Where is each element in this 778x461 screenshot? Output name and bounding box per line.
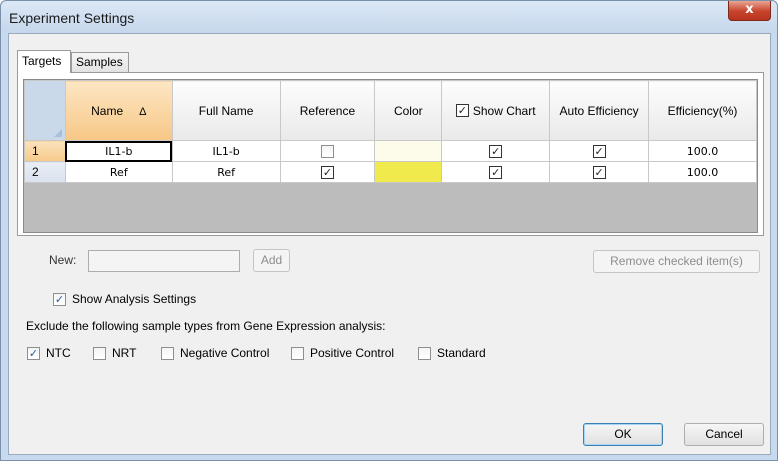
auto-efficiency-checkbox[interactable]: ✓ — [592, 144, 606, 158]
ok-button[interactable]: OK — [583, 423, 663, 446]
grid-corner[interactable] — [24, 80, 66, 141]
experiment-settings-window: Experiment Settings x Targets Samples Na… — [0, 0, 778, 461]
targets-panel: Name Δ Full Name Reference Color ✓ Show C… — [17, 72, 764, 236]
column-header-auto-efficiency[interactable]: Auto Efficiency — [549, 80, 650, 141]
close-icon: x — [745, 2, 754, 17]
exclude-negative-control-option[interactable]: Negative Control — [161, 346, 269, 360]
cell-color[interactable] — [374, 161, 443, 183]
show-chart-checkbox[interactable]: ✓ — [489, 165, 503, 179]
show-analysis-settings-option[interactable]: ✓ Show Analysis Settings — [53, 292, 196, 306]
column-header-name[interactable]: Name Δ — [64, 80, 173, 141]
cell-reference[interactable]: ✓ — [279, 161, 376, 183]
column-header-efficiency[interactable]: Efficiency(%) — [648, 80, 757, 141]
reference-checkbox[interactable]: ✓ — [320, 165, 334, 179]
exclude-heading: Exclude the following sample types from … — [26, 319, 386, 333]
color-swatch[interactable] — [375, 162, 441, 182]
row-number[interactable]: 2 — [24, 161, 66, 183]
window-title: Experiment Settings — [9, 10, 135, 26]
cell-color[interactable] — [374, 140, 443, 162]
cell-reference[interactable] — [279, 140, 376, 162]
close-button[interactable]: x — [728, 1, 771, 21]
reference-checkbox[interactable] — [320, 144, 334, 158]
auto-efficiency-checkbox[interactable]: ✓ — [592, 165, 606, 179]
cell-show-chart[interactable]: ✓ — [441, 140, 551, 162]
cell-name[interactable]: IL1-b — [64, 140, 173, 162]
remove-checked-items-button[interactable]: Remove checked item(s) — [593, 250, 760, 273]
column-header-color[interactable]: Color — [374, 80, 443, 141]
show-chart-checkbox[interactable]: ✓ — [489, 144, 503, 158]
add-button[interactable]: Add — [253, 249, 290, 272]
cell-auto-efficiency[interactable]: ✓ — [549, 140, 650, 162]
table-row[interactable]: 2 Ref Ref ✓ ✓ ✓ 100.0 — [24, 161, 757, 183]
positive-control-checkbox[interactable] — [291, 346, 304, 360]
row-number[interactable]: 1 — [24, 140, 66, 162]
show-analysis-settings-label: Show Analysis Settings — [72, 292, 197, 306]
exclude-nrt-option[interactable]: NRT — [93, 346, 136, 360]
cell-show-chart[interactable]: ✓ — [441, 161, 551, 183]
show-analysis-settings-checkbox[interactable]: ✓ — [53, 292, 66, 306]
title-bar[interactable]: Experiment Settings x — [1, 1, 777, 33]
new-target-input[interactable] — [88, 250, 240, 272]
exclude-positive-control-option[interactable]: Positive Control — [291, 346, 394, 360]
column-header-show-chart[interactable]: ✓ Show Chart — [441, 80, 551, 141]
tab-targets[interactable]: Targets — [17, 50, 71, 73]
cell-name[interactable]: Ref — [64, 161, 173, 183]
cell-auto-efficiency[interactable]: ✓ — [549, 161, 650, 183]
cancel-button[interactable]: Cancel — [684, 423, 764, 446]
nrt-checkbox[interactable] — [93, 346, 106, 360]
sort-ascending-icon: Δ — [139, 105, 147, 118]
standard-checkbox[interactable] — [418, 346, 431, 360]
cell-efficiency[interactable]: 100.0 — [648, 161, 757, 183]
targets-grid: Name Δ Full Name Reference Color ✓ Show C… — [23, 79, 758, 233]
tab-samples[interactable]: Samples — [71, 52, 129, 72]
table-row[interactable]: 1 IL1-b IL1-b ✓ ✓ 100.0 — [24, 140, 757, 162]
exclude-standard-option[interactable]: Standard — [418, 346, 486, 360]
column-header-reference[interactable]: Reference — [279, 80, 376, 141]
cell-full-name[interactable]: IL1-b — [171, 140, 281, 162]
new-label: New: — [49, 253, 77, 267]
show-chart-all-checkbox[interactable]: ✓ — [455, 104, 469, 118]
exclude-ntc-option[interactable]: ✓ NTC — [27, 346, 71, 360]
cell-efficiency[interactable]: 100.0 — [648, 140, 757, 162]
dialog-client-area: Targets Samples Name Δ Full Name Referen… — [8, 33, 771, 455]
ntc-checkbox[interactable]: ✓ — [27, 346, 40, 360]
negative-control-checkbox[interactable] — [161, 346, 174, 360]
cell-full-name[interactable]: Ref — [171, 161, 281, 183]
column-header-full-name[interactable]: Full Name — [171, 80, 281, 141]
color-swatch[interactable] — [375, 141, 441, 161]
